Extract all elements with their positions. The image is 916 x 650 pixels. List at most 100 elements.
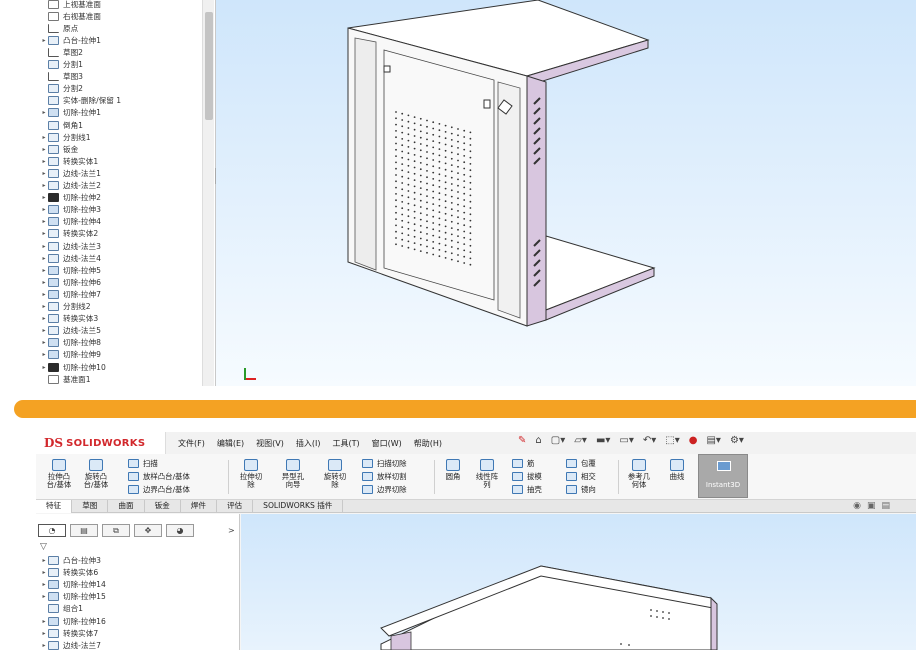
tree-item[interactable]: ▸ 转换实体3 [40, 313, 98, 325]
loft-button[interactable]: 放样凸台/基体 [128, 471, 190, 482]
print-icon[interactable]: ▭▾ [619, 435, 633, 446]
tree-item[interactable]: ▸ 边线-法兰3 [40, 240, 101, 252]
expand-arrow-icon[interactable]: ▸ [40, 315, 48, 322]
view-icons[interactable]: ◉▣▤ [853, 501, 896, 511]
expand-arrow-icon[interactable]: ▸ [40, 630, 48, 637]
home-icon[interactable]: ⌂ [535, 435, 541, 446]
tab-addins[interactable]: SOLIDWORKS 插件 [253, 500, 344, 513]
undo-icon[interactable]: ↶▾ [643, 435, 656, 446]
tree-item[interactable]: ▸ 切除-拉伸9 [40, 349, 101, 361]
intersect-button[interactable]: 相交 [566, 471, 596, 482]
menu-file[interactable]: 文件(F) [178, 438, 205, 449]
tree-item[interactable]: ▸ 钣金 [40, 143, 78, 155]
options-gear-icon[interactable]: ⚙▾ [730, 435, 744, 446]
tree-item[interactable]: 实体-删除/保留 1 [40, 95, 121, 107]
expand-arrow-icon[interactable]: ▸ [40, 327, 48, 334]
fillet-button[interactable]: 圆角 [438, 459, 468, 481]
tree-item[interactable]: ▸ 切除-拉伸3 [40, 204, 101, 216]
swept-cut-button[interactable]: 扫描切除 [362, 458, 407, 469]
tree-item[interactable]: ▸ 边线-法兰7 [40, 639, 101, 650]
tree-item[interactable]: 原点 [40, 22, 78, 34]
tree-item[interactable]: ▸ 切除-拉伸5 [40, 264, 101, 276]
expand-arrow-icon[interactable]: ▸ [40, 255, 48, 262]
feature-manager-tab-icon[interactable]: ◔ [38, 524, 66, 537]
tree-item[interactable]: ▸ 边线-法兰5 [40, 325, 101, 337]
menu-view[interactable]: 视图(V) [256, 438, 284, 449]
tree-item[interactable]: ▸ 切除-拉伸16 [40, 615, 106, 627]
open-icon[interactable]: ▱▾ [574, 435, 587, 446]
scrollbar-thumb[interactable] [205, 12, 213, 120]
expand-arrow-icon[interactable]: ▸ [40, 218, 48, 225]
reference-geometry-button[interactable]: 参考几 何体 [622, 459, 656, 489]
revolve-boss-button[interactable]: 旋转凸 台/基体 [78, 459, 114, 489]
tree-item[interactable]: 上视基准面 [40, 0, 101, 10]
tab-sheet-metal[interactable]: 钣金 [145, 500, 181, 513]
tree-item[interactable]: ▸ 切除-拉伸10 [40, 361, 106, 373]
expand-arrow-icon[interactable]: ▸ [40, 37, 48, 44]
tree-item[interactable]: 分割1 [40, 59, 83, 71]
tree-item[interactable]: ▸ 切除-拉伸1 [40, 107, 101, 119]
expand-arrow-icon[interactable]: ▸ [40, 303, 48, 310]
tree-item[interactable]: ▸ 切除-拉伸14 [40, 578, 106, 590]
rebuild-icon[interactable]: ● [689, 435, 698, 446]
tree-item[interactable]: ▸ 分割线1 [40, 131, 91, 143]
expand-arrow-icon[interactable]: ▸ [40, 291, 48, 298]
boundary-boss-button[interactable]: 边界凸台/基体 [128, 484, 190, 495]
tree-item[interactable]: 草图3 [40, 71, 83, 83]
expand-arrow-icon[interactable]: ▸ [40, 267, 48, 274]
revolve-cut-button[interactable]: 旋转切 除 [318, 459, 352, 489]
tree-item[interactable]: ▸ 切除-拉伸7 [40, 288, 101, 300]
configuration-manager-tab-icon[interactable]: ⧉ [102, 524, 130, 537]
tree-item[interactable]: ▸ 凸台-拉伸1 [40, 34, 101, 46]
shell-button[interactable]: 抽壳 [512, 484, 542, 495]
linear-pattern-button[interactable]: 线性阵 列 [472, 459, 502, 489]
tree-item[interactable]: ▸ 转换实体1 [40, 155, 98, 167]
menu-insert[interactable]: 插入(I) [296, 438, 321, 449]
expand-arrow-icon[interactable]: ▸ [40, 642, 48, 649]
extrude-boss-button[interactable]: 拉伸凸 台/基体 [42, 459, 76, 489]
expand-arrow-icon[interactable]: ▸ [40, 158, 48, 165]
wrap-button[interactable]: 包覆 [566, 458, 596, 469]
new-document-icon[interactable]: ▢▾ [551, 435, 565, 446]
tree-item[interactable]: 右视基准面 [40, 10, 101, 22]
tree-item[interactable]: 倒角1 [40, 119, 83, 131]
filter-icon[interactable]: ▽ [40, 542, 47, 552]
tree-item[interactable]: ▸ 边线-法兰4 [40, 252, 101, 264]
tab-features[interactable]: 特征 [36, 500, 73, 513]
display-manager-tab-icon[interactable]: ◕ [166, 524, 194, 537]
tree-item[interactable]: ▸ 分割线2 [40, 301, 91, 313]
file-properties-icon[interactable]: ▤▾ [706, 435, 720, 446]
expand-arrow-icon[interactable]: ▸ [40, 279, 48, 286]
tab-sketch[interactable]: 草图 [72, 500, 109, 513]
curves-button[interactable]: 曲线 [662, 459, 692, 481]
tree-item[interactable]: ▸ 切除-拉伸4 [40, 216, 101, 228]
panel-more-chevron-icon[interactable]: > [228, 526, 235, 535]
expand-arrow-icon[interactable]: ▸ [40, 339, 48, 346]
expand-arrow-icon[interactable]: ▸ [40, 206, 48, 213]
tab-weldments[interactable]: 焊件 [181, 500, 217, 513]
menu-window[interactable]: 窗口(W) [372, 438, 402, 449]
pin-icon[interactable]: ✎ [518, 435, 526, 446]
expand-arrow-icon[interactable]: ▸ [40, 364, 48, 371]
tab-surfaces[interactable]: 曲面 [108, 500, 145, 513]
expand-arrow-icon[interactable]: ▸ [40, 230, 48, 237]
graphics-viewport-bottom[interactable] [241, 514, 916, 650]
menu-tools[interactable]: 工具(T) [332, 438, 359, 449]
expand-arrow-icon[interactable]: ▸ [40, 243, 48, 250]
menu-help[interactable]: 帮助(H) [414, 438, 442, 449]
tree-item[interactable]: ▸ 切除-拉伸8 [40, 337, 101, 349]
boundary-cut-button[interactable]: 边界切除 [362, 484, 407, 495]
expand-arrow-icon[interactable]: ▸ [40, 134, 48, 141]
tree-item[interactable]: ▸ 边线-法兰1 [40, 167, 101, 179]
tree-item[interactable]: ▸ 切除-拉伸6 [40, 276, 101, 288]
tree-item[interactable]: ▸ 切除-拉伸2 [40, 192, 101, 204]
dimxpert-tab-icon[interactable]: ✥ [134, 524, 162, 537]
tree-item[interactable]: 草图2 [40, 46, 83, 58]
tree-item[interactable]: ▸ 转换实体6 [40, 566, 98, 578]
sweep-button[interactable]: 扫描 [128, 458, 158, 469]
tree-item[interactable]: ▸ 切除-拉伸15 [40, 591, 106, 603]
property-manager-tab-icon[interactable]: ▤ [70, 524, 98, 537]
mirror-button[interactable]: 镜向 [566, 484, 596, 495]
hole-wizard-button[interactable]: 异型孔 向导 [276, 459, 310, 489]
expand-arrow-icon[interactable]: ▸ [40, 351, 48, 358]
